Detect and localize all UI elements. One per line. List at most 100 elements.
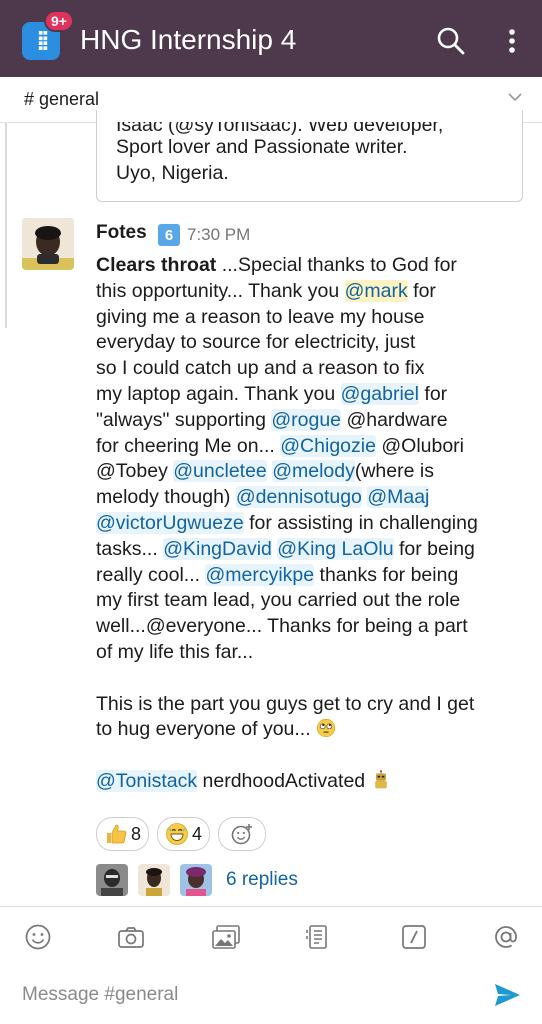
message-text: This is the part you guys get to cry and… <box>96 692 475 715</box>
user-mention-link[interactable]: @Chigozie <box>280 434 376 457</box>
message-text: to hug everyone of you... <box>96 718 317 741</box>
channel-name: # general <box>24 89 100 109</box>
reactions-bar: 8 4 <box>96 817 267 851</box>
camera-button[interactable] <box>115 921 147 953</box>
slash-command-button[interactable] <box>398 921 430 953</box>
message-line: well...@everyone... Thanks for being a p… <box>96 614 526 640</box>
message-composer <box>0 964 542 1024</box>
grinning-face-emoji <box>166 823 188 845</box>
scroll-indicator <box>5 123 7 328</box>
replies-count: 6 replies <box>226 869 298 890</box>
user-mention-link[interactable]: @King LaOlu <box>277 537 394 560</box>
user-mention-link[interactable]: @rogue <box>271 408 342 431</box>
add-reaction-icon <box>231 824 253 845</box>
message-text: everyday to source for electricity, just <box>96 331 416 354</box>
user-mention-link[interactable]: @uncletee <box>173 460 267 483</box>
author-name[interactable]: Fotes <box>96 222 147 244</box>
message-text: @Tobey <box>96 460 174 483</box>
send-button[interactable] <box>490 978 524 1012</box>
message-text: nerdhoodActivated <box>197 769 371 792</box>
reaction-thumbs-up[interactable]: 8 <box>96 817 150 851</box>
message-line: everyday to source for electricity, just <box>96 330 526 356</box>
message-line: @Tobey @uncletee @melody(where is <box>96 459 526 485</box>
message-line: @victorUgwueze for assisting in challeng… <box>96 511 526 537</box>
message-text: (where is <box>354 460 434 483</box>
message-timestamp[interactable]: 7:30 PM <box>187 225 250 245</box>
message-line: my first team lead, you carried out the … <box>96 588 526 614</box>
add-reaction-button[interactable] <box>218 817 267 851</box>
message-line: This is the part you guys get to cry and… <box>96 692 526 718</box>
message-text: really cool... <box>96 563 206 586</box>
file-icon <box>306 925 327 949</box>
notification-badge: 9+ <box>44 10 74 32</box>
profile-attachment-card: Isaac (@syTonisaac). Web developer, Spor… <box>96 110 523 202</box>
gallery-icon <box>212 925 240 949</box>
reply-avatar-1 <box>96 864 128 896</box>
user-mention-link[interactable]: @mark <box>344 279 408 302</box>
author-avatar[interactable] <box>22 218 74 270</box>
reply-avatar-2 <box>138 864 170 896</box>
message-text: so I could catch up and a reason to fix <box>96 357 425 380</box>
message-text: thanks for being <box>314 563 459 586</box>
person-avatar-icon <box>22 218 74 270</box>
user-mention-link[interactable]: @gabriel <box>340 382 419 405</box>
user-mention-link[interactable]: @KingDavid <box>163 537 272 560</box>
message-text: for <box>418 382 448 405</box>
search-button[interactable] <box>432 22 470 60</box>
thread-replies-link[interactable]: 6 replies <box>96 864 298 896</box>
mention-button[interactable] <box>490 921 522 953</box>
app-bar: ⁞⁞ 9+ HNG Internship 4 <box>0 0 542 77</box>
reply-avatar-3 <box>180 864 212 896</box>
message-line: "always" supporting @rogue @hardware <box>96 408 526 434</box>
message-bold-text: Clears throat <box>96 254 217 276</box>
message-text: my laptop again. Thank you <box>96 382 341 405</box>
message-text: giving me a reason to leave my house <box>96 305 425 328</box>
user-mention-link[interactable]: @victorUgwueze <box>96 511 244 534</box>
slash-command-icon <box>402 925 426 949</box>
message-text: for being <box>393 537 475 560</box>
workspace-title[interactable]: HNG Internship 4 <box>80 24 296 56</box>
reaction-grinning-face[interactable]: 4 <box>157 817 211 851</box>
attachment-line: Uyo, Nigeria. <box>116 162 229 184</box>
message-text: ...Special thanks to God for <box>216 254 457 276</box>
more-vertical-icon <box>509 29 515 53</box>
message-text: well...@everyone... Thanks for being a p… <box>96 615 468 638</box>
message-text: for <box>407 279 436 302</box>
send-icon <box>495 984 520 1006</box>
thumbs-up-emoji <box>107 824 127 844</box>
message-input[interactable] <box>22 980 472 1010</box>
message-line: Clears throat ...Special thanks to God f… <box>96 253 526 279</box>
emoji-button[interactable] <box>22 921 54 953</box>
reaction-count: 4 <box>192 823 203 844</box>
reaction-count: 8 <box>131 823 142 844</box>
message-text: my first team lead, you carried out the … <box>96 589 461 612</box>
message-text: "always" supporting <box>96 408 272 431</box>
attachment-line: Sport lover and Passionate writer. <box>116 136 408 158</box>
message-line: for cheering Me on... @Chigozie @Olubori <box>96 434 526 460</box>
message-line <box>96 743 526 769</box>
gallery-button[interactable] <box>210 921 242 953</box>
robot-emoji <box>371 770 391 792</box>
message-text: for cheering Me on... <box>96 434 281 457</box>
user-mention-link[interactable]: @melody <box>272 460 355 483</box>
user-mention-link[interactable]: @Maaj <box>367 486 430 509</box>
attachment-line: Isaac (@syTonisaac). Web developer, <box>116 114 444 136</box>
user-mention-link[interactable]: @dennisotugo <box>235 486 362 509</box>
message-text: for assisting in challenging <box>243 511 478 534</box>
user-mention-link[interactable]: @Tonistack <box>96 769 198 792</box>
user-mention-link[interactable]: @mercyikpe <box>205 563 315 586</box>
face-rolling-eyes-emoji <box>316 718 336 740</box>
chevron-down-icon[interactable] <box>505 87 525 107</box>
mention-icon <box>495 926 517 948</box>
message-line: this opportunity... Thank you @mark for <box>96 279 526 305</box>
file-button[interactable] <box>302 921 334 953</box>
message-line: really cool... @mercyikpe thanks for bei… <box>96 563 526 589</box>
author-status-badge: 6 <box>158 224 180 246</box>
message-text: tasks... <box>96 537 164 560</box>
overflow-menu-button[interactable] <box>498 22 526 60</box>
message-text: this opportunity... Thank you <box>96 279 345 302</box>
message-line: so I could catch up and a reason to fix <box>96 356 526 382</box>
camera-icon <box>118 927 144 948</box>
message-line: my laptop again. Thank you @gabriel for <box>96 382 526 408</box>
message-text: of my life this far... <box>96 640 254 663</box>
